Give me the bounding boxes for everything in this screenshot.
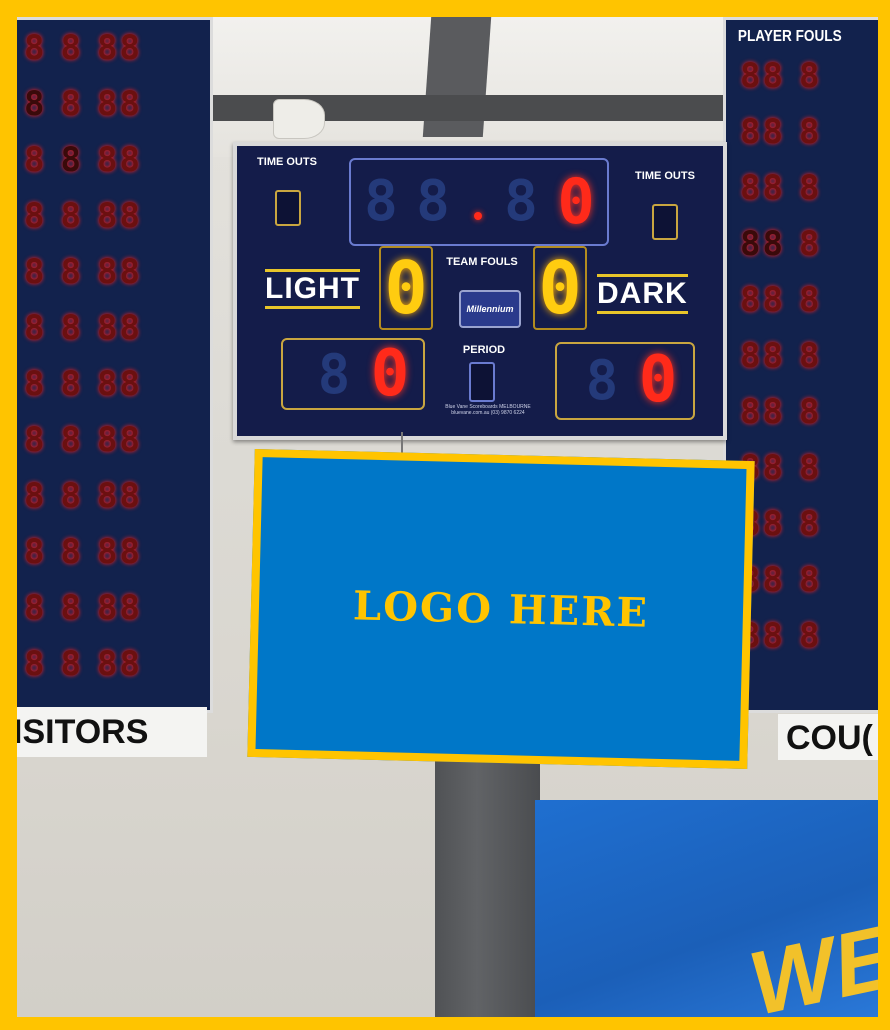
manufacturer-fine-print: Blue Vane Scoreboards MELBOURNE bluevane… — [445, 404, 531, 416]
yellow-frame: 8 8 88 8 8 88 8 8 88 8 8 88 8 8 88 8 8 88 8 8 88 8 8 88 … — [0, 0, 890, 1030]
support-pole — [435, 747, 540, 1017]
light-team-fouls: 0 — [379, 246, 433, 330]
banner-text: WE — [741, 907, 878, 1017]
home-team-name: LIGHT — [265, 269, 360, 309]
light-score-box: 8 0 — [281, 337, 425, 411]
game-clock: 8 8 8 0 — [349, 158, 609, 246]
visitors-player-board: 8 8 88 8 8 88 8 8 88 8 8 88 8 8 88 8 8 88 8 8 88 8 8 88 … — [17, 17, 213, 713]
clock-colon — [474, 212, 482, 220]
visitors-label: ISITORS — [17, 707, 207, 757]
millennium-logo: Millennium — [459, 290, 521, 328]
logo-placeholder-panel: LOGO HERE — [247, 448, 755, 770]
time-outs-right-display — [652, 204, 678, 240]
dark-team-fouls: 0 — [533, 246, 587, 330]
player-fouls-header: PLAYER FOULS — [737, 28, 842, 45]
gym-photo: 8 8 88 8 8 88 8 8 88 8 8 88 8 8 88 8 8 88 8 8 88 8 8 88 … — [17, 17, 878, 1017]
team-fouls-label: TEAM FOULS — [446, 256, 518, 268]
light-score: 0 — [370, 337, 410, 411]
wall-banner: WE — [535, 800, 878, 1017]
away-team-label: DARK — [597, 277, 688, 310]
speaker-icon — [273, 99, 325, 139]
away-team-name: DARK — [597, 274, 688, 314]
time-outs-right-label: TIME OUTS — [635, 170, 695, 182]
time-outs-left-label: TIME OUTS — [257, 156, 317, 168]
couches-label: COU( — [778, 714, 878, 760]
clock-digit: 0 — [557, 164, 595, 238]
dark-score-box: 8 0 — [555, 342, 695, 420]
time-outs-left-display — [275, 190, 301, 226]
main-scoreboard: TIME OUTS 8 8 8 0 TIME OUTS LIGHT 0 TEAM… — [233, 142, 727, 440]
logo-text: LOGO HERE — [352, 581, 650, 637]
period-display — [469, 362, 495, 402]
dark-score: 0 — [638, 343, 678, 417]
home-team-label: LIGHT — [265, 272, 360, 305]
period-label: PERIOD — [462, 344, 506, 356]
